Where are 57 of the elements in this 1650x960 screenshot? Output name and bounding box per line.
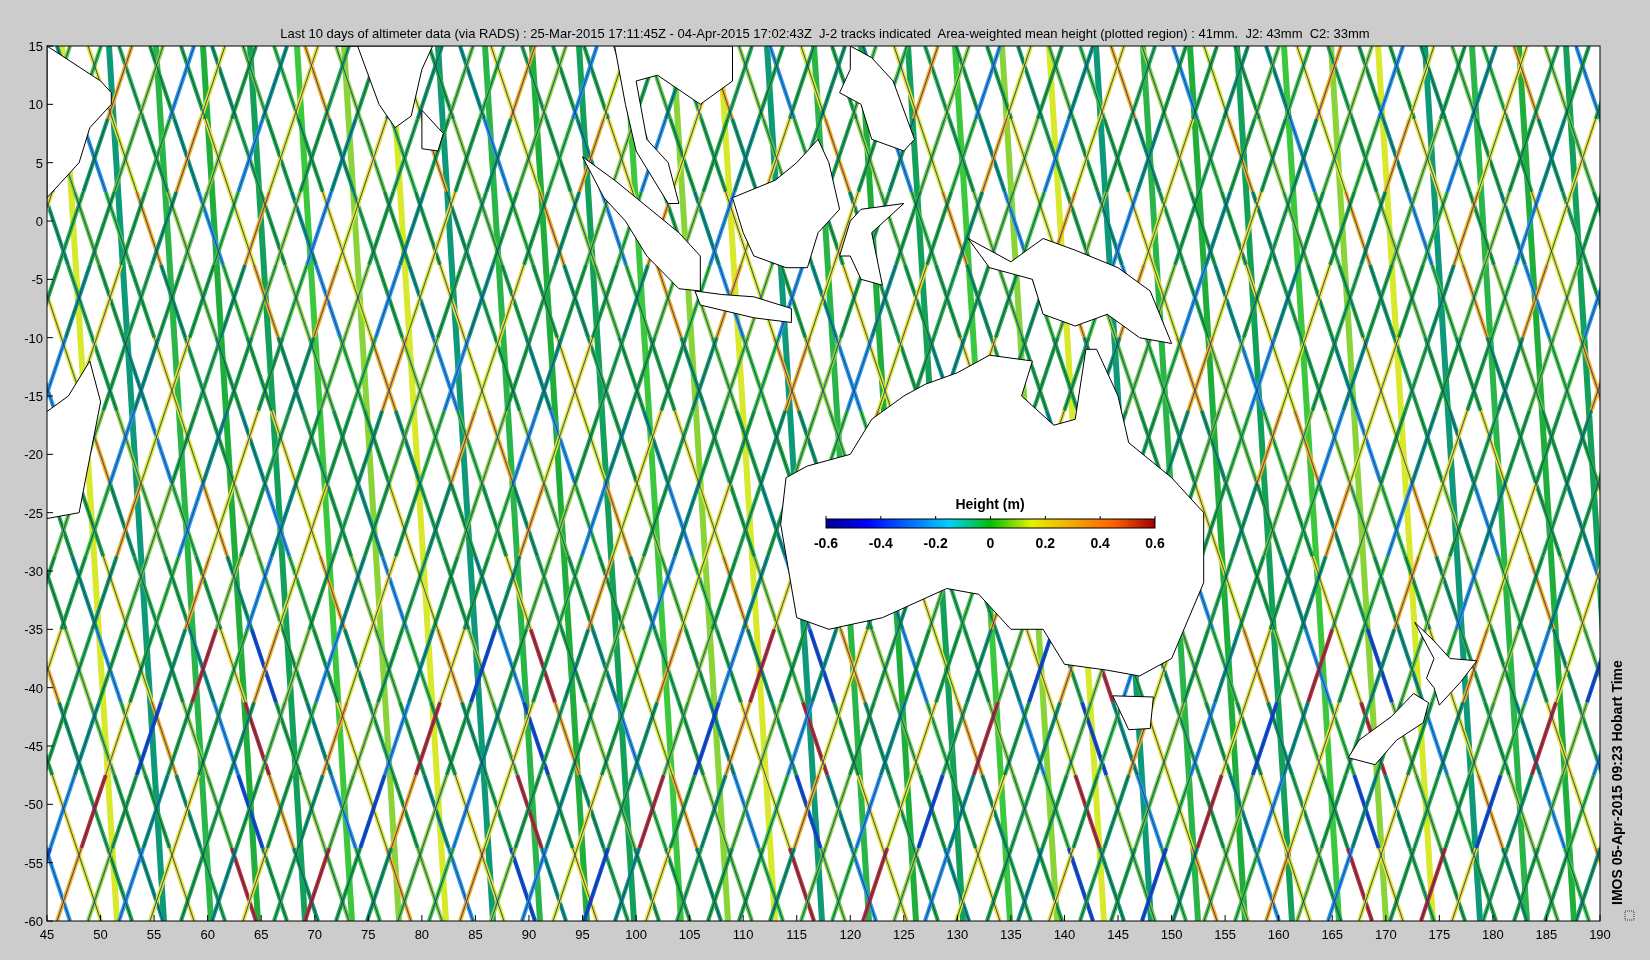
colorbar-tick-label: 0.6 [1145, 535, 1165, 551]
axis-tick-label: 110 [732, 927, 754, 942]
axis-tick-label: 165 [1321, 927, 1344, 942]
axis-tick-label: -40 [24, 680, 43, 696]
axis-tick-label: 10 [28, 97, 43, 113]
plot-title: Last 10 days of altimeter data (via RADS) : 25-Mar-2015 17:11:45Z - 04-Apr-2015 17:02:43Z J-2 tracks indicated Area-weighted mean height (plotted region) : 41mm. J2: 43mm C2: 33mm [280, 26, 1370, 41]
axis-tick-label: -50 [24, 797, 43, 813]
axis-tick-label: 155 [1214, 927, 1236, 942]
colorbar-tick-label: -0.2 [923, 535, 948, 551]
axis-tick-label: -10 [24, 330, 43, 346]
axis-tick-label: -5 [31, 272, 43, 288]
axis-tick-label: 160 [1267, 927, 1290, 942]
axis-tick-label: -15 [24, 389, 43, 404]
axis-tick-label: -30 [24, 564, 43, 579]
axis-tick-label: 100 [625, 927, 647, 942]
axis-tick-label: 90 [521, 927, 537, 942]
axis-tick-label: 70 [307, 927, 322, 942]
axis-tick-label: -25 [24, 505, 43, 521]
axis-tick-label: 125 [893, 927, 915, 942]
axis-tick-label: 145 [1107, 927, 1129, 942]
timestamp: IMOS 05-Apr-2015 09:23 Hobart Time [1609, 660, 1625, 905]
axis-tick-label: 140 [1053, 927, 1076, 942]
axis-tick-label: 175 [1428, 927, 1451, 942]
colorbar-tick-label: 0 [986, 535, 995, 551]
axis-tick-label: 50 [93, 927, 108, 942]
colorbar-tick-label: 0.4 [1090, 535, 1110, 551]
axis-tick-label: 85 [468, 927, 483, 942]
axis-tick-label: 130 [946, 927, 969, 942]
axis-tick-label: 5 [35, 155, 43, 171]
colorbar-tick-label: -0.6 [813, 535, 839, 551]
axis-tick-label: 170 [1374, 927, 1397, 942]
axis-tick-label: 75 [361, 927, 376, 942]
colorbar-tick-label: 0.2 [1035, 535, 1056, 551]
axis-tick-label: -45 [24, 739, 43, 754]
axis-tick-label: 135 [1000, 927, 1022, 942]
axis-tick-label: -55 [24, 855, 43, 871]
axis-tick-label: 185 [1535, 927, 1558, 942]
axis-tick-label: 150 [1160, 927, 1183, 942]
colorbar-title: Height (m) [955, 496, 1025, 512]
axis-tick-label: 0 [35, 214, 43, 229]
axis-tick-label: -60 [24, 914, 43, 929]
axis-tick-label: 15 [28, 39, 43, 54]
axis-tick-label: 115 [786, 927, 808, 942]
axis-tick-label: -20 [24, 447, 43, 463]
axis-tick-label: -35 [24, 622, 43, 638]
axis-tick-label: 60 [200, 927, 215, 942]
axis-tick-label: 180 [1482, 927, 1504, 942]
dotted-square-icon [1624, 910, 1635, 921]
axis-tick-label: 45 [39, 927, 55, 942]
axis-tick-label: 65 [253, 927, 269, 942]
axis-tick-label: 80 [414, 927, 430, 942]
axis-tick-label: 190 [1589, 927, 1611, 942]
axis-tick-label: 95 [575, 927, 590, 942]
axis-tick-label: 55 [146, 927, 162, 942]
axis-tick-label: 120 [839, 927, 862, 942]
colorbar-tick-label: -0.4 [868, 535, 893, 551]
axis-tick-label: 105 [678, 927, 701, 942]
